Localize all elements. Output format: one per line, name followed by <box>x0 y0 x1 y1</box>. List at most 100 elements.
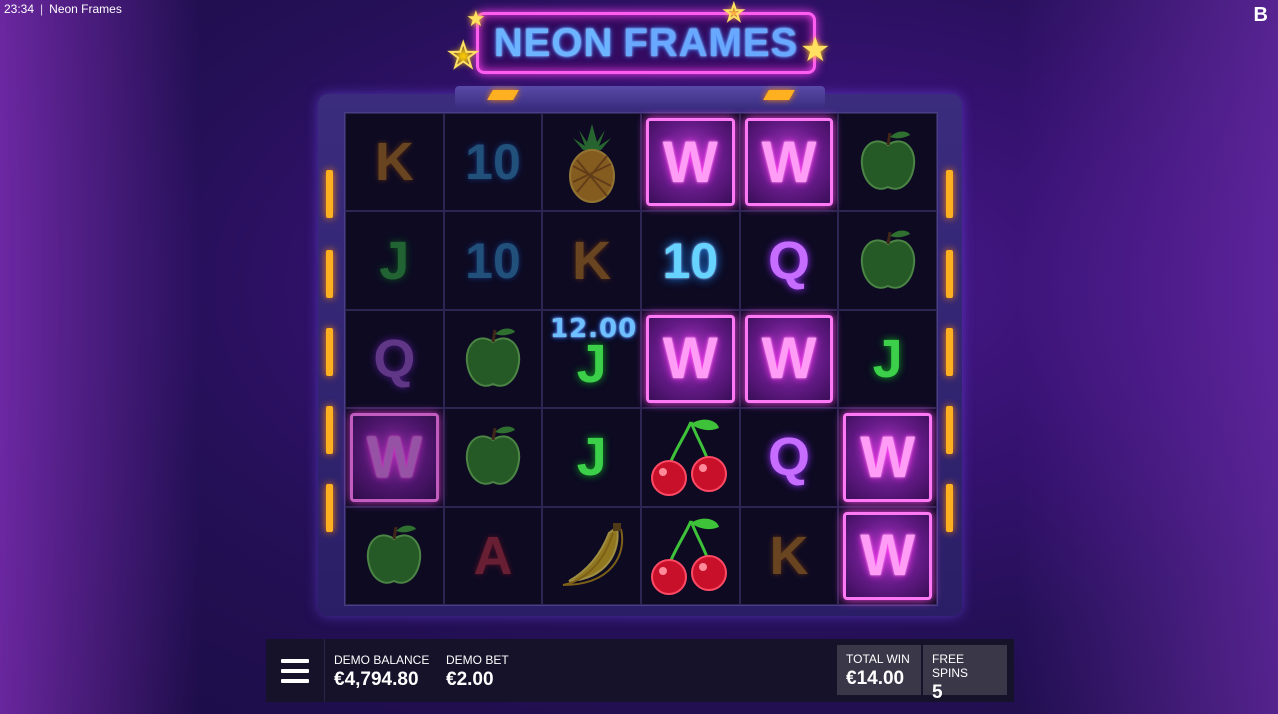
wild-letter: W <box>366 424 422 490</box>
reel-cell: 10 <box>640 211 740 310</box>
logo-word-2: FRAMES <box>623 20 799 65</box>
symbol-j: J <box>379 230 410 291</box>
symbol-10: 10 <box>465 232 521 289</box>
bottom-bar: DEMO BALANCE €4,794.80 DEMO BET €2.00 TO… <box>266 639 1014 703</box>
reel-cell: J <box>345 211 444 310</box>
symbol-j: J <box>576 333 607 394</box>
status-bar: 23:34 | Neon Frames <box>4 2 122 16</box>
brand-logo: B <box>1253 4 1268 26</box>
balance-value: €4,794.80 <box>334 669 419 690</box>
reel-cell <box>443 309 543 409</box>
reel-cell: K <box>345 113 444 212</box>
balance-label: DEMO BALANCE <box>334 653 430 667</box>
reel-cell <box>838 113 937 212</box>
wild-letter: W <box>662 129 718 195</box>
reel-cell: W <box>640 309 740 409</box>
symbol-10: 10 <box>662 232 719 289</box>
reel-cell: 10 <box>443 113 543 212</box>
wild-symbol: W <box>645 118 735 207</box>
win-amount-popup: 12.00 <box>550 314 638 344</box>
logo-word-1: NEON <box>493 20 614 65</box>
symbol-q: Q <box>767 427 810 488</box>
side-light <box>946 484 953 532</box>
menu-line <box>281 668 309 673</box>
reel-cell: W <box>739 113 839 212</box>
banana-icon <box>562 522 623 586</box>
right-glow <box>1018 0 1278 714</box>
hamburger-menu-icon[interactable] <box>266 639 325 702</box>
left-glow <box>0 0 200 714</box>
wild-symbol: W <box>350 413 439 502</box>
side-light <box>946 250 953 298</box>
total-win-display: TOTAL WIN €14.00 <box>837 645 921 695</box>
reel-cell: 10 <box>443 211 543 310</box>
free-spins-display: FREE SPINS 5 <box>923 645 1007 703</box>
reel-cell: J <box>838 309 937 409</box>
apple-icon <box>367 525 422 584</box>
cherry-icon <box>651 419 728 497</box>
reel-cell: Q <box>345 309 444 409</box>
symbol-k: K <box>769 525 809 586</box>
wild-symbol: W <box>744 314 834 404</box>
side-light <box>326 484 333 532</box>
wild-letter: W <box>860 523 915 589</box>
wild-symbol: W <box>744 118 834 207</box>
clock: 23:34 <box>4 2 35 16</box>
side-light <box>946 406 953 454</box>
reel-cell: Q <box>739 408 839 507</box>
reel-cell <box>838 211 937 310</box>
free-spins-label: FREE SPINS <box>932 652 969 680</box>
reel-cell: A <box>443 506 543 605</box>
symbol-10: 10 <box>465 134 521 191</box>
reel-cell: K <box>739 506 839 605</box>
side-light <box>946 328 953 376</box>
wild-symbol: W <box>843 511 932 600</box>
reel-cell: W <box>739 309 839 409</box>
reel-grid: K 10 W W J 10 K 10 Q Q J W W J W J Q W A… <box>344 112 938 606</box>
symbol-j: J <box>576 427 607 488</box>
star-icon: ★ <box>466 6 486 31</box>
symbol-q: Q <box>767 230 810 291</box>
window-title: Neon Frames <box>49 2 122 16</box>
reel-cell <box>443 408 543 507</box>
reel-cell: J <box>542 408 641 507</box>
reel-cell: K <box>542 211 641 310</box>
game-logo: NEON FRAMES <box>476 12 816 74</box>
apple-icon <box>465 426 521 485</box>
reel-cell <box>542 506 641 605</box>
symbol-q: Q <box>373 328 416 389</box>
bet-label: DEMO BET <box>446 653 509 667</box>
reel-cell <box>640 408 740 507</box>
free-spins-value: 5 <box>932 682 943 703</box>
symbol-j: J <box>872 328 903 389</box>
reel-cell: Q <box>739 211 839 310</box>
reel-cell <box>640 506 740 605</box>
pineapple-icon <box>568 124 615 204</box>
wild-symbol: W <box>843 413 932 502</box>
bet-value: €2.00 <box>446 669 494 690</box>
symbol-a: A <box>473 525 513 586</box>
side-light <box>326 328 333 376</box>
reel-cell <box>345 506 444 605</box>
menu-line <box>281 678 309 683</box>
total-win-value: €14.00 <box>846 668 905 689</box>
reel-cell: W <box>838 408 937 507</box>
cherry-icon <box>651 518 728 595</box>
star-icon: ★ <box>447 36 480 76</box>
side-light <box>946 170 953 218</box>
reel-cell: W <box>838 506 937 605</box>
wild-letter: W <box>860 424 915 490</box>
menu-line <box>281 658 309 663</box>
side-light <box>326 170 333 218</box>
wild-letter: W <box>761 326 817 392</box>
apple-icon <box>860 131 915 190</box>
balance-display: DEMO BALANCE €4,794.80 <box>334 653 429 691</box>
bet-display[interactable]: DEMO BET €2.00 <box>446 653 509 691</box>
wild-symbol: W <box>645 314 735 404</box>
total-win-label: TOTAL WIN <box>846 652 910 666</box>
wild-letter: W <box>662 326 718 392</box>
wild-letter: W <box>761 129 817 195</box>
symbol-k: K <box>374 132 414 193</box>
star-icon: ★ <box>800 31 831 69</box>
reel-cell: W <box>345 408 444 507</box>
